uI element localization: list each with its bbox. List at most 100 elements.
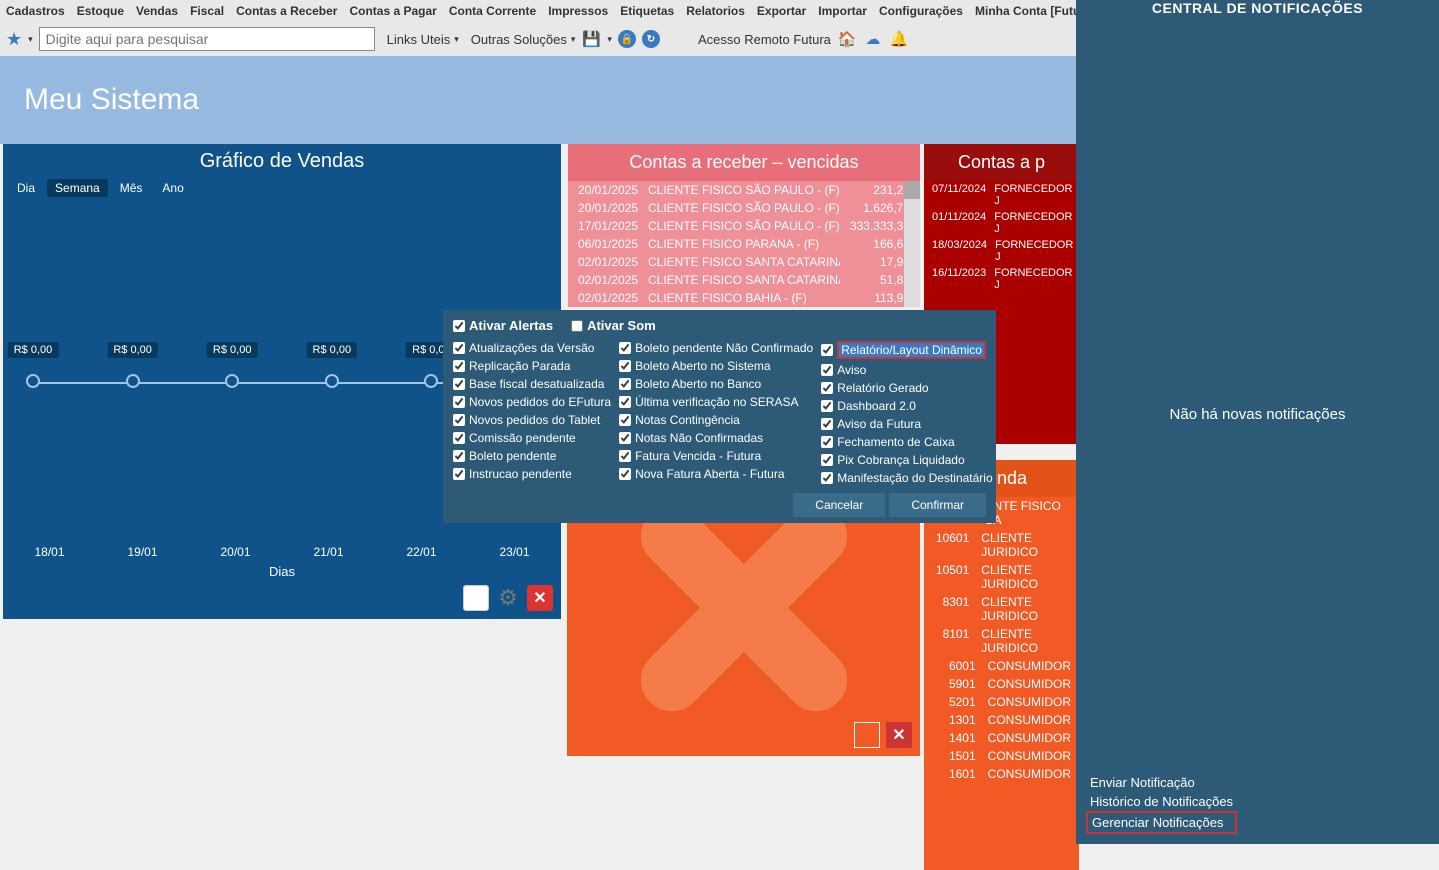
orange-close-button[interactable]: ✕ (886, 722, 912, 748)
refresh-icon[interactable]: ↻ (642, 30, 660, 48)
receivables-scrollbar[interactable] (904, 181, 920, 307)
alert-option[interactable]: Fechamento de Caixa (821, 435, 991, 449)
period-tab-dia[interactable]: Dia (9, 179, 43, 197)
period-tab-mês[interactable]: Mês (112, 179, 151, 197)
confirm-button[interactable]: Confirmar (889, 493, 986, 517)
notification-link[interactable]: Enviar Notificação (1086, 773, 1237, 792)
alert-option[interactable]: Relatório/Layout Dinâmico (821, 341, 991, 359)
notification-link[interactable]: Gerenciar Notificações (1086, 811, 1237, 834)
alert-option[interactable]: Instrucao pendente (453, 467, 611, 481)
payable-row[interactable]: 01/11/2024FORNECEDOR J (924, 209, 1079, 237)
row-id: 1301 (932, 713, 976, 727)
alert-option[interactable]: Novos pedidos do Tablet (453, 413, 611, 427)
venda-row[interactable]: 6001CONSUMIDOR (924, 657, 1079, 675)
search-input[interactable] (39, 27, 375, 51)
receivable-row[interactable]: 02/01/2025CLIENTE FISICO SANTA CATARINA … (568, 253, 920, 271)
home-icon[interactable]: 🏠 (837, 29, 857, 49)
menu-conta-corrente[interactable]: Conta Corrente (449, 4, 536, 18)
alert-option[interactable]: Notas Não Confirmadas (619, 431, 813, 445)
scrollbar-thumb[interactable] (904, 181, 920, 199)
notification-link[interactable]: Histórico de Notificações (1086, 792, 1237, 811)
alert-option[interactable]: Comissão pendente (453, 431, 611, 445)
alert-option[interactable]: Atualizações da Versão (453, 341, 611, 355)
menu-importar[interactable]: Importar (818, 4, 867, 18)
orange-apps-button[interactable] (854, 722, 880, 748)
alert-option[interactable]: Última verificação no SERASA (619, 395, 813, 409)
receivable-row[interactable]: 02/01/2025CLIENTE FISICO BAHIA - (F)113,… (568, 289, 920, 307)
chart-panel-tools: ⚙ ✕ (463, 585, 553, 611)
chart-value-label: R$ 0,00 (307, 342, 358, 358)
save-dropdown[interactable]: ▾ (607, 34, 612, 45)
favorite-icon[interactable]: ★ (6, 29, 22, 50)
alert-option[interactable]: Boleto Aberto no Sistema (619, 359, 813, 373)
chart-settings-button[interactable]: ⚙ (495, 585, 521, 611)
receivable-row[interactable]: 20/01/2025CLIENTE FISICO SÃO PAULO - (F)… (568, 181, 920, 199)
menu-vendas[interactable]: Vendas (136, 4, 178, 18)
menu-contas-a-receber[interactable]: Contas a Receber (236, 4, 337, 18)
chart-apps-button[interactable] (463, 585, 489, 611)
period-tabs: DiaSemanaMêsAno (3, 179, 561, 197)
menu-fiscal[interactable]: Fiscal (190, 4, 224, 18)
alert-option[interactable]: Relatório Gerado (821, 381, 991, 395)
cloud-icon[interactable]: ☁ (863, 29, 883, 49)
venda-row[interactable]: 1301CONSUMIDOR (924, 711, 1079, 729)
alert-option[interactable]: Boleto pendente (453, 449, 611, 463)
alert-option[interactable]: Pix Cobrança Liquidado (821, 453, 991, 467)
row-value: 333.333,33 (840, 219, 910, 233)
receivable-row[interactable]: 02/01/2025CLIENTE FISICO SANTA CATARINA … (568, 271, 920, 289)
alert-option[interactable]: Dashboard 2.0 (821, 399, 991, 413)
menu-exportar[interactable]: Exportar (757, 4, 806, 18)
venda-row[interactable]: 5901CONSUMIDOR (924, 675, 1079, 693)
menu-estoque[interactable]: Estoque (77, 4, 124, 18)
cancel-button[interactable]: Cancelar (793, 493, 885, 517)
alert-option[interactable]: Notas Contingência (619, 413, 813, 427)
alert-option[interactable]: Aviso (821, 363, 991, 377)
row-client: CLIENTE FISICO PARANA - (F) (648, 237, 840, 251)
alert-option[interactable]: Novos pedidos do EFutura (453, 395, 611, 409)
menu-relatorios[interactable]: Relatorios (686, 4, 745, 18)
alert-option[interactable]: Fatura Vencida - Futura (619, 449, 813, 463)
venda-row[interactable]: 10601CLIENTE JURIDICO (924, 529, 1079, 561)
period-tab-semana[interactable]: Semana (47, 179, 108, 197)
row-value: 51,86 (840, 273, 910, 287)
bell-icon[interactable]: 🔔 (889, 29, 909, 49)
venda-row[interactable]: 1601CONSUMIDOR (924, 765, 1079, 783)
outras-solucoes-menu[interactable]: Outras Soluções ▾ (471, 32, 576, 47)
lock-icon[interactable]: 🔒 (618, 30, 636, 48)
favorite-dropdown[interactable]: ▾ (28, 34, 33, 45)
alert-option[interactable]: Boleto Aberto no Banco (619, 377, 813, 391)
receivable-row[interactable]: 17/01/2025CLIENTE FISICO SÃO PAULO - (F)… (568, 217, 920, 235)
save-icon[interactable]: 💾 (581, 29, 601, 49)
ativar-alertas-checkbox[interactable]: Ativar Alertas (453, 318, 553, 333)
ativar-som-checkbox[interactable]: Ativar Som (571, 318, 656, 333)
alert-option[interactable]: Replicação Parada (453, 359, 611, 373)
venda-row[interactable]: 8101CLIENTE JURIDICO (924, 625, 1079, 657)
row-client: ENTE FISICO BA (986, 499, 1071, 527)
alert-option[interactable]: Manifestação do Destinatário (821, 471, 991, 485)
venda-row[interactable]: 10501CLIENTE JURIDICO (924, 561, 1079, 593)
acesso-remoto-link[interactable]: Acesso Remoto Futura (698, 32, 831, 47)
apps-icon[interactable] (666, 29, 686, 49)
period-tab-ano[interactable]: Ano (154, 179, 191, 197)
alert-option[interactable]: Boleto pendente Não Confirmado (619, 341, 813, 355)
venda-row[interactable]: 1501CONSUMIDOR (924, 747, 1079, 765)
venda-row[interactable]: 5201CONSUMIDOR (924, 693, 1079, 711)
payable-row[interactable]: 18/03/2024FORNECEDOR J (924, 237, 1079, 265)
menu-configurações[interactable]: Configurações (879, 4, 963, 18)
venda-row[interactable]: 8301CLIENTE JURIDICO (924, 593, 1079, 625)
receivable-row[interactable]: 20/01/2025CLIENTE FISICO SÃO PAULO - (F)… (568, 199, 920, 217)
alert-option[interactable]: Base fiscal desatualizada (453, 377, 611, 391)
venda-row[interactable]: 1401CONSUMIDOR (924, 729, 1079, 747)
alert-option[interactable]: Aviso da Futura (821, 417, 991, 431)
payable-row[interactable]: 16/11/2023FORNECEDOR J (924, 265, 1079, 293)
links-uteis-menu[interactable]: Links Uteis ▾ (387, 32, 459, 47)
menu-contas-a-pagar[interactable]: Contas a Pagar (349, 4, 436, 18)
payable-row[interactable]: 07/11/2024FORNECEDOR J (924, 181, 1079, 209)
menu-impressos[interactable]: Impressos (548, 4, 608, 18)
chart-close-button[interactable]: ✕ (527, 585, 553, 611)
menu-cadastros[interactable]: Cadastros (6, 4, 65, 18)
payables-rows: 07/11/2024FORNECEDOR J01/11/2024FORNECED… (924, 181, 1079, 293)
alert-option[interactable]: Nova Fatura Aberta - Futura (619, 467, 813, 481)
receivable-row[interactable]: 06/01/2025CLIENTE FISICO PARANA - (F)166… (568, 235, 920, 253)
menu-etiquetas[interactable]: Etiquetas (620, 4, 674, 18)
